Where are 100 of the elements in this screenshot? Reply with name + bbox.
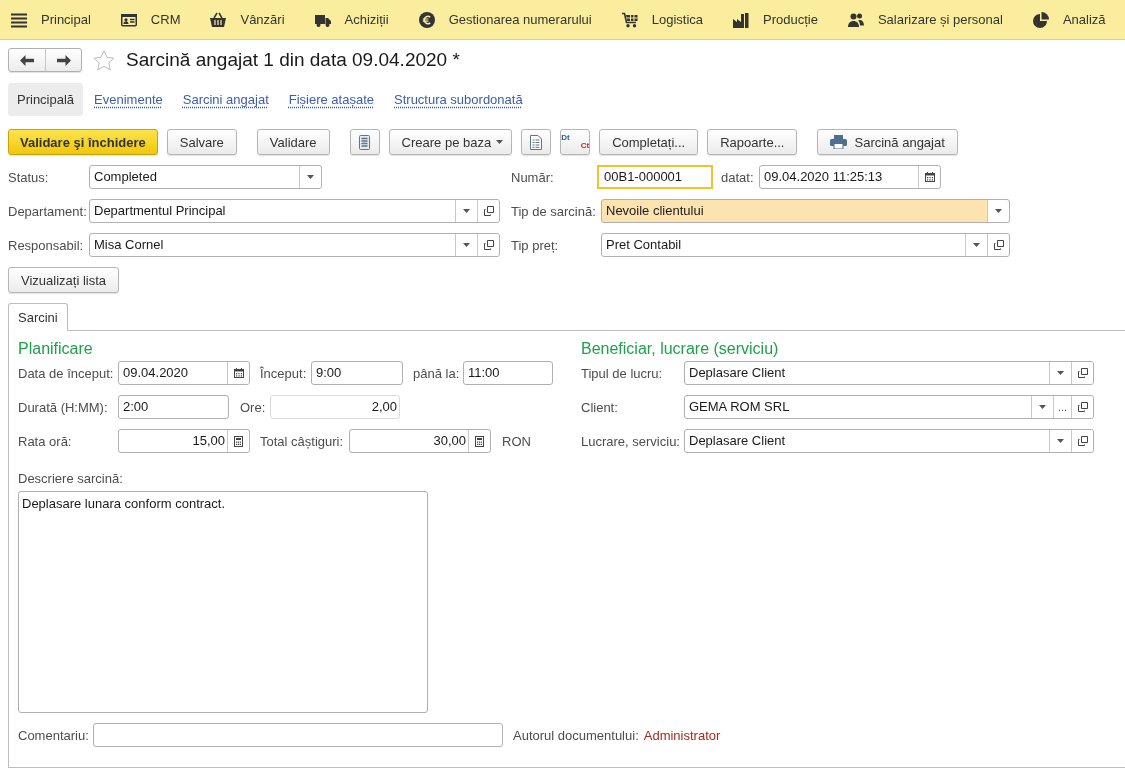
caret-icon — [496, 140, 504, 144]
field-label: Total câștiguri: — [260, 433, 345, 449]
caret-icon — [307, 175, 314, 179]
section-tab[interactable]: Structura subordonată — [394, 83, 532, 116]
dropdown-button[interactable] — [299, 166, 321, 188]
squares-icon — [1077, 436, 1088, 446]
primary-button[interactable]: Validare şi închidere — [8, 129, 158, 155]
author-name: Administrator — [643, 727, 721, 743]
menu-item[interactable]: Salarizare și personal — [847, 11, 1003, 28]
menu-item[interactable]: Vânzări — [210, 11, 285, 28]
list-icon — [359, 134, 371, 150]
print-button[interactable]: Sarcină angajat — [817, 129, 958, 155]
select-field[interactable]: Deplasare Client — [684, 429, 1094, 453]
author-label: Autorul documentului: — [513, 727, 639, 743]
text-field[interactable]: 2:00 — [118, 395, 229, 419]
menu-item[interactable]: Analiză — [1032, 11, 1106, 28]
currency-label: RON — [502, 433, 531, 449]
field-label: Număr: — [511, 169, 555, 185]
pie-chart-icon — [1032, 11, 1049, 28]
right-arrow-icon — [56, 54, 71, 66]
text-field[interactable]: 9:00 — [311, 361, 403, 385]
date-field[interactable]: 09.04.2020 — [118, 361, 250, 385]
caret-icon — [1057, 439, 1064, 443]
section-heading: Beneficiar, lucrare (serviciu) — [581, 339, 780, 359]
field-label: până la: — [413, 365, 461, 381]
menu-item[interactable]: CRM — [120, 11, 181, 28]
caret-icon — [463, 243, 470, 247]
menu-button[interactable]: Creare pe baza — [388, 129, 513, 155]
caret-icon — [995, 209, 1002, 213]
select-field[interactable]: Misa Cornel — [89, 233, 500, 257]
select-field[interactable]: Pret Contabil — [601, 233, 1010, 257]
open-button[interactable] — [477, 200, 499, 222]
menu-item[interactable]: Gestionarea numerarului — [418, 11, 592, 28]
euro-icon — [418, 11, 435, 28]
open-button[interactable] — [477, 234, 499, 256]
squares-icon — [483, 240, 494, 250]
toolbar-button[interactable]: Validare — [256, 129, 330, 155]
basket-icon — [210, 11, 227, 28]
number-field[interactable]: 30,00 — [349, 429, 491, 453]
description-field[interactable]: Deplasare lunara conform contract. — [18, 491, 428, 713]
field-label: Tip de sarcină: — [511, 203, 597, 219]
select-field[interactable]: Departmentul Principal — [89, 199, 500, 223]
calculator-button[interactable] — [227, 430, 249, 452]
calculator-icon — [234, 435, 243, 447]
select-field[interactable]: Completed — [89, 165, 322, 189]
field-label: Rata oră: — [18, 433, 73, 449]
toolbar-button[interactable]: Rapoarte... — [707, 129, 798, 155]
text-field[interactable]: 11:00 — [463, 361, 553, 385]
document-icon — [530, 134, 543, 150]
left-arrow-icon — [20, 54, 34, 66]
toolbar-button[interactable]: Salvare — [166, 129, 237, 155]
factory-icon — [733, 11, 749, 28]
open-button[interactable] — [987, 234, 1009, 256]
document-button[interactable] — [521, 129, 552, 155]
section-tab[interactable]: Principală — [8, 83, 84, 116]
select-field[interactable]: Deplasare Client — [684, 361, 1094, 385]
squares-icon — [1077, 368, 1088, 378]
open-button[interactable] — [1071, 362, 1093, 384]
dt-ct-button[interactable]: Dt Ct — [560, 129, 591, 155]
caret-icon — [463, 209, 470, 213]
open-button[interactable] — [1071, 396, 1093, 418]
cart-icon — [621, 11, 638, 28]
section-tab[interactable]: Evenimente — [94, 83, 172, 116]
field-label: Client: — [581, 399, 619, 415]
id-card-icon — [120, 11, 137, 28]
section-tab[interactable]: Sarcini angajat — [182, 83, 278, 116]
calendar-button[interactable] — [918, 166, 940, 188]
list-button[interactable] — [349, 129, 380, 155]
menu-item[interactable]: Producție — [733, 11, 818, 28]
section-tab[interactable]: Fișiere atașate — [288, 83, 383, 116]
open-button[interactable] — [1071, 430, 1093, 452]
field-label: Început: — [260, 365, 308, 381]
select-field[interactable]: Nevoile clientului — [601, 199, 1010, 223]
star-icon[interactable] — [93, 49, 115, 71]
select-field[interactable]: GEMA ROM SRL ... — [684, 395, 1094, 419]
squares-icon — [1077, 402, 1088, 412]
calendar-icon — [233, 368, 244, 378]
section-heading: Planificare — [18, 339, 94, 359]
field-label: Tip preț: — [511, 237, 560, 253]
calculator-button[interactable] — [468, 430, 490, 452]
comment-field[interactable] — [93, 723, 503, 747]
number-field[interactable]: 15,00 — [118, 429, 250, 453]
window-title: Sarcină angajat 1 din data 09.04.2020 * — [126, 49, 460, 71]
text-field[interactable]: 00B1-000001 — [597, 165, 713, 189]
menu-icon — [11, 11, 27, 28]
field-label: Comentariu: — [18, 727, 90, 743]
menu-item[interactable]: Achiziții — [314, 11, 389, 28]
menu-item[interactable]: Logistica — [621, 11, 703, 28]
dropdown-button[interactable] — [987, 200, 1009, 222]
calendar-button[interactable] — [227, 362, 249, 384]
tab[interactable]: Sarcini — [8, 303, 68, 331]
number-field[interactable]: 2,00 — [270, 395, 400, 419]
toolbar-button[interactable]: Completați... — [599, 129, 699, 155]
field-label: Lucrare, serviciu: — [581, 433, 681, 449]
date-field[interactable]: 09.04.2020 11:25:13 — [759, 165, 941, 189]
caret-icon — [1057, 371, 1064, 375]
squares-icon — [993, 240, 1004, 250]
menu-item[interactable]: Principal — [11, 11, 91, 28]
view-list-button[interactable]: Vizualizați lista — [8, 267, 120, 293]
calendar-icon — [924, 172, 935, 182]
